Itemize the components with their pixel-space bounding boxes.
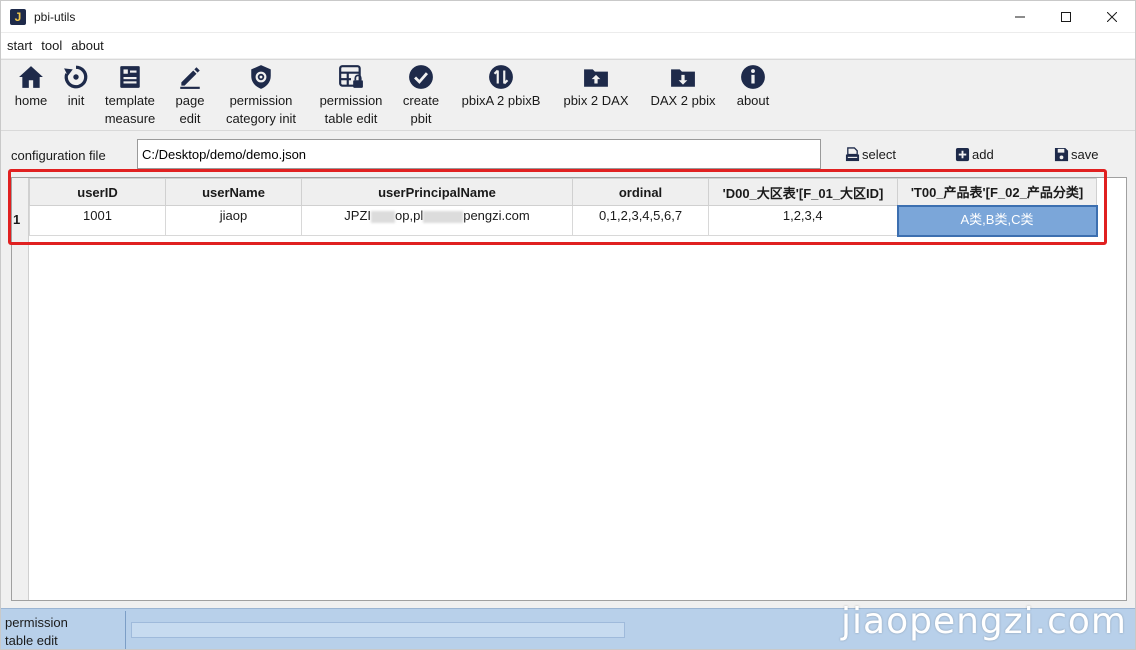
select-button[interactable]: select [845, 147, 896, 162]
column-header-username[interactable]: userName [165, 178, 302, 206]
toolbar-pbixA2B-label: pbixA 2 pbixB [461, 93, 541, 108]
data-grid: userID userName userPrincipalName ordina… [29, 178, 1098, 237]
pencil-icon [180, 67, 200, 89]
menu-about[interactable]: about [71, 38, 104, 53]
plus-square-icon [955, 147, 970, 162]
menu-tool[interactable]: tool [41, 38, 62, 53]
toolbar-home-button[interactable]: home [11, 64, 51, 110]
toolbar-create-pbit-label: create pbit [402, 93, 440, 126]
check-circle-icon [409, 65, 433, 89]
cell-userid[interactable]: 1001 [29, 205, 166, 236]
download-folder-icon [671, 69, 695, 87]
select-file-icon [845, 147, 860, 162]
table-row: 1001 jiaop JPZI op,pl pengzi.com 0,1,2,3,4… [29, 204, 1098, 237]
progress-bar [131, 622, 625, 638]
swap-icon [489, 65, 513, 89]
row-header-gutter [12, 178, 29, 600]
add-label: add [972, 147, 994, 162]
toolbar-about-label: about [736, 93, 770, 108]
minimize-icon [1015, 16, 1025, 17]
toolbar-permission-table-label: permission table edit [319, 93, 383, 126]
column-header-userid[interactable]: userID [29, 178, 166, 206]
upn-part-c: pengzi.com [463, 208, 530, 223]
watermark-text: jiaopengzi.com [841, 601, 1127, 642]
redaction-blur [423, 210, 464, 223]
refresh-icon [64, 65, 88, 89]
config-file-input[interactable] [137, 139, 821, 169]
redaction-blur [371, 210, 396, 223]
row-number[interactable]: 1 [13, 212, 20, 227]
cell-userprincipalname[interactable]: JPZI op,pl pengzi.com [301, 205, 573, 236]
status-divider [125, 611, 126, 649]
toolbar-page-edit-button[interactable]: page edit [171, 64, 209, 128]
upn-part-a: JPZI [344, 208, 372, 223]
toolbar-template-measure-button[interactable]: template measure [101, 64, 159, 128]
template-icon [120, 66, 140, 88]
cell-product-selected[interactable]: A类,B类,C类 [896, 204, 1098, 237]
close-icon [1107, 11, 1117, 22]
upn-part-b: op,pl [395, 208, 424, 223]
toolbar-pbixA2B-button[interactable]: pbixA 2 pbixB [456, 64, 546, 110]
config-file-label: configuration file [11, 148, 106, 163]
select-label: select [862, 147, 896, 162]
status-text: permission table edit [5, 615, 68, 648]
column-header-product[interactable]: 'T00_产品表'[F_02_产品分类] [897, 178, 1097, 206]
cell-ordinal[interactable]: 0,1,2,3,4,5,6,7 [572, 205, 709, 236]
toolbar-create-pbit-button[interactable]: create pbit [399, 64, 443, 128]
table-lock-icon [339, 65, 363, 88]
minimize-button[interactable] [997, 1, 1043, 32]
save-icon [1054, 147, 1069, 162]
header-row: userID userName userPrincipalName ordina… [29, 178, 1097, 206]
title-bar: J pbi-utils [1, 1, 1135, 32]
toolbar-about-button[interactable]: about [733, 64, 773, 110]
config-row: configuration file select add save [1, 138, 1135, 170]
toolbar-home-label: home [14, 93, 48, 108]
toolbar-page-edit-label: page edit [175, 93, 205, 126]
toolbar: home init template measure page edit per… [1, 59, 1135, 131]
cell-username[interactable]: jiaop [165, 205, 302, 236]
home-icon [19, 66, 43, 88]
cell-region[interactable]: 1,2,3,4 [708, 205, 898, 236]
app-window: J pbi-utils start tool about home init t… [0, 0, 1136, 650]
toolbar-init-label: init [67, 93, 85, 108]
toolbar-template-label: template measure [104, 93, 156, 126]
app-logo-icon: J [10, 8, 26, 25]
toolbar-dax2pbix-button[interactable]: DAX 2 pbix [645, 64, 721, 110]
close-button[interactable] [1089, 1, 1135, 32]
column-header-ordinal[interactable]: ordinal [572, 178, 709, 206]
toolbar-init-button[interactable]: init [59, 64, 93, 110]
column-header-userprincipalname[interactable]: userPrincipalName [301, 178, 573, 206]
save-button[interactable]: save [1054, 147, 1098, 162]
toolbar-permission-table-button[interactable]: permission table edit [315, 64, 387, 128]
toolbar-dax2pbix-label: DAX 2 pbix [650, 93, 716, 108]
window-title: pbi-utils [34, 9, 76, 24]
shield-gear-icon [251, 65, 271, 89]
menu-start[interactable]: start [7, 38, 32, 53]
maximize-button[interactable] [1043, 1, 1089, 32]
toolbar-permission-category-button[interactable]: permission category init [221, 64, 301, 128]
add-button[interactable]: add [955, 147, 994, 162]
permission-table: 1 userID userName userPrincipalName ordi… [11, 177, 1127, 601]
window-controls [997, 1, 1135, 32]
info-icon [741, 65, 765, 89]
maximize-icon [1061, 11, 1071, 22]
toolbar-pbix2dax-label: pbix 2 DAX [563, 93, 629, 108]
toolbar-pbix2dax-button[interactable]: pbix 2 DAX [559, 64, 633, 110]
save-label: save [1071, 147, 1099, 162]
menu-bar: start tool about [1, 32, 1135, 58]
toolbar-permission-category-label: permission category init [225, 93, 297, 126]
column-header-region[interactable]: 'D00_大区表'[F_01_大区ID] [708, 178, 898, 206]
upload-folder-icon [584, 69, 608, 87]
